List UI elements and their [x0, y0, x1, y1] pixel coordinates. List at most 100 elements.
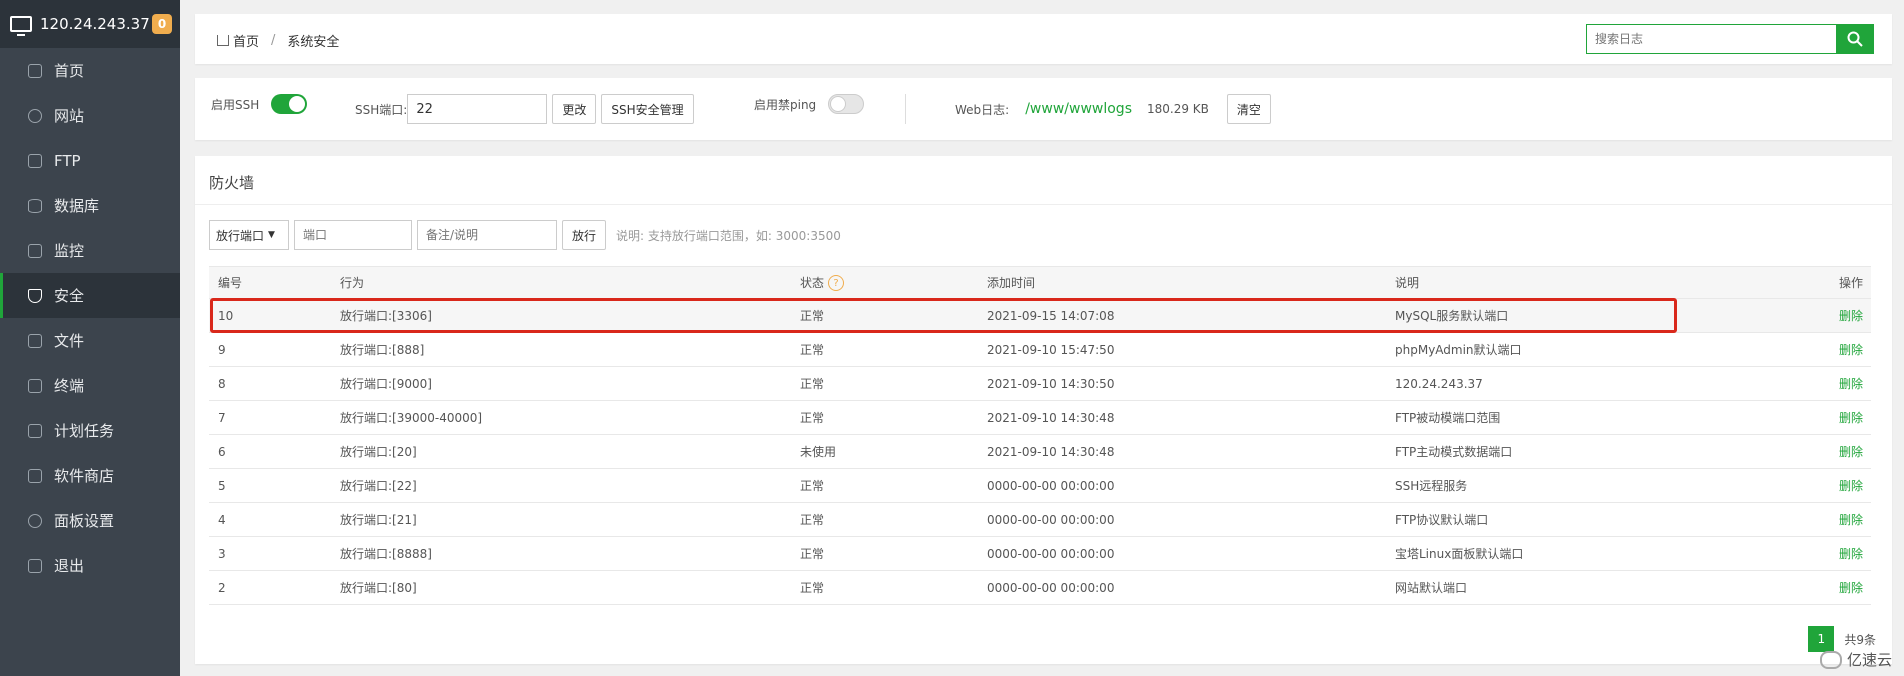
help-icon[interactable]: ?: [828, 275, 845, 292]
breadcrumb: 首页 / 系统安全: [217, 31, 339, 50]
terminal-icon: [28, 378, 42, 393]
table-row: 9 放行端口:[888] 正常 2021-09-10 15:47:50 phpMyAdm…: [209, 332, 1871, 367]
search-icon: [1847, 31, 1863, 47]
ping-toggle-group: 启用禁ping: [754, 94, 865, 114]
gear-icon: [28, 513, 42, 528]
cell-id: 7: [209, 400, 331, 435]
cell-time: 2021-09-10 14:30:48: [978, 400, 1386, 435]
cell-note: SSH远程服务: [1386, 468, 1811, 503]
notification-badge[interactable]: 0: [152, 14, 172, 34]
delete-button[interactable]: 删除: [1839, 513, 1863, 527]
cell-status: 未使用: [791, 434, 978, 469]
cell-status: 正常: [791, 366, 978, 401]
globe-icon: [28, 108, 42, 123]
ssh-panel: 启用SSH SSH端口: 更改 SSH安全管理 启用禁ping Web日志: /…: [195, 78, 1892, 140]
cell-action: 放行端口:[80]: [331, 570, 791, 605]
delete-button[interactable]: 删除: [1839, 343, 1863, 357]
server-header: 120.24.243.37 0: [0, 0, 180, 48]
sidebar-item-monitor[interactable]: 监控: [0, 228, 180, 273]
col-note: 说明: [1386, 266, 1811, 299]
search-button[interactable]: [1836, 24, 1874, 54]
ssh-security-button[interactable]: SSH安全管理: [601, 94, 694, 124]
sidebar-item-ftp[interactable]: FTP: [0, 138, 180, 183]
sidebar-item-cron[interactable]: 计划任务: [0, 408, 180, 453]
ssh-toggle[interactable]: [271, 94, 308, 114]
weblog-path-link[interactable]: /www/wwwlogs: [1025, 101, 1132, 117]
divider: [195, 204, 1892, 205]
cell-time: 0000-00-00 00:00:00: [978, 468, 1386, 503]
port-input[interactable]: [294, 220, 412, 250]
rule-type-select[interactable]: 放行端口 ▼: [209, 220, 289, 250]
cell-note: FTP主动模式数据端口: [1386, 434, 1811, 469]
ping-toggle[interactable]: [828, 94, 865, 114]
home-icon: [217, 35, 229, 46]
cell-id: 9: [209, 332, 331, 367]
clear-log-button[interactable]: 清空: [1226, 94, 1271, 124]
cell-status: 正常: [791, 536, 978, 571]
ssh-enable-label: 启用SSH: [211, 97, 260, 112]
apps-icon: [28, 468, 42, 483]
col-time: 添加时间: [978, 266, 1386, 299]
home-icon: [28, 63, 42, 78]
cell-status: 正常: [791, 332, 978, 367]
breadcrumb-current: 系统安全: [287, 35, 340, 50]
firewall-panel: 防火墙 放行端口 ▼ 放行 说明: 支持放行端口范围，如: 3000:3500 …: [195, 156, 1892, 664]
search-input[interactable]: [1586, 24, 1836, 54]
col-status: 状态?: [791, 266, 978, 299]
cell-status: 正常: [791, 502, 978, 537]
cell-action: 放行端口:[888]: [331, 332, 791, 367]
sidebar-item-home[interactable]: 首页: [0, 48, 180, 93]
sidebar-item-website[interactable]: 网站: [0, 93, 180, 138]
delete-button[interactable]: 删除: [1839, 581, 1863, 595]
table-row: 3 放行端口:[8888] 正常 0000-00-00 00:00:00 宝塔Linux…: [209, 536, 1871, 571]
table-row: 6 放行端口:[20] 未使用 2021-09-10 14:30:48 FTP主动模式数…: [209, 434, 1871, 469]
sidebar-item-settings[interactable]: 面板设置: [0, 498, 180, 543]
server-ip: 120.24.243.37: [40, 15, 150, 33]
cell-id: 8: [209, 366, 331, 401]
sidebar-item-files[interactable]: 文件: [0, 318, 180, 363]
weblog-group: Web日志: /www/wwwlogs 180.29 KB 清空: [955, 94, 1271, 124]
cell-id: 2: [209, 570, 331, 605]
firewall-hint: 说明: 支持放行端口范围，如: 3000:3500: [616, 228, 841, 243]
sidebar-item-store[interactable]: 软件商店: [0, 453, 180, 498]
delete-link: 删除: [1811, 468, 1871, 503]
monitor-icon: [10, 16, 32, 36]
cell-note: phpMyAdmin默认端口: [1386, 332, 1811, 367]
table-row: 4 放行端口:[21] 正常 0000-00-00 00:00:00 FTP协议默认端口…: [209, 502, 1871, 537]
breadcrumb-home[interactable]: 首页: [233, 31, 259, 50]
cell-status: 正常: [791, 400, 978, 435]
sidebar: 120.24.243.37 0 首页 网站 FTP 数据库 监控 安全 文件 终…: [0, 0, 180, 676]
delete-button[interactable]: 删除: [1839, 547, 1863, 561]
delete-button[interactable]: 删除: [1839, 377, 1863, 391]
ping-label: 启用禁ping: [754, 97, 817, 112]
allow-port-button[interactable]: 放行: [562, 220, 607, 250]
ssh-port-input[interactable]: [407, 94, 548, 124]
delete-button[interactable]: 删除: [1839, 309, 1863, 323]
cell-id: 10: [209, 298, 331, 333]
table-row: 8 放行端口:[9000] 正常 2021-09-10 14:30:50 120.24.…: [209, 366, 1871, 401]
delete-link: 删除: [1811, 502, 1871, 537]
delete-button[interactable]: 删除: [1839, 479, 1863, 493]
breadcrumb-bar: 首页 / 系统安全: [195, 14, 1892, 64]
monitor-icon: [28, 243, 42, 258]
cell-note: MySQL服务默认端口: [1386, 298, 1811, 333]
sidebar-item-database[interactable]: 数据库: [0, 183, 180, 228]
delete-button[interactable]: 删除: [1839, 411, 1863, 425]
delete-button[interactable]: 删除: [1839, 445, 1863, 459]
change-port-button[interactable]: 更改: [552, 94, 597, 124]
logout-icon: [28, 558, 42, 573]
table-row: 5 放行端口:[22] 正常 0000-00-00 00:00:00 SSH远程服务 删除: [209, 468, 1871, 503]
cell-time: 0000-00-00 00:00:00: [978, 536, 1386, 571]
cell-id: 6: [209, 434, 331, 469]
sidebar-item-terminal[interactable]: 终端: [0, 363, 180, 408]
cell-time: 0000-00-00 00:00:00: [978, 570, 1386, 605]
note-input[interactable]: [417, 220, 557, 250]
table-row: 2 放行端口:[80] 正常 0000-00-00 00:00:00 网站默认端口 删除: [209, 570, 1871, 605]
total-count: 共9条: [1844, 632, 1876, 647]
ssh-port-label: SSH端口:: [355, 102, 408, 117]
divider: [905, 94, 906, 124]
sidebar-item-logout[interactable]: 退出: [0, 543, 180, 588]
cell-note: 120.24.243.37: [1386, 366, 1811, 401]
table-row: 10 放行端口:[3306] 正常 2021-09-15 14:07:08 MySQL服…: [209, 298, 1871, 333]
sidebar-item-security[interactable]: 安全: [0, 273, 180, 318]
